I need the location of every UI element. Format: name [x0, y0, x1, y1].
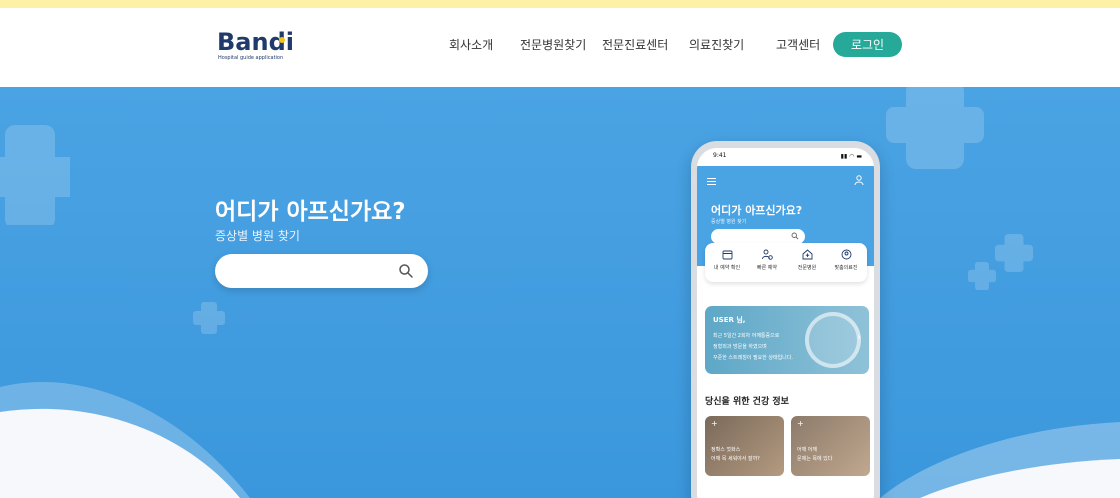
- logo-tagline: Hospital guide application: [218, 55, 284, 61]
- header: Bandi Hospital guide application 회사소개 전문…: [0, 8, 1120, 87]
- cross-decoration-icon: [193, 302, 225, 334]
- phone-section-title: 당신을 위한 건강 정보: [705, 397, 789, 407]
- search-icon[interactable]: [398, 263, 414, 279]
- calendar-icon: [722, 250, 732, 260]
- quick-item-reservation: 내 예약 확인: [707, 249, 747, 271]
- logo[interactable]: Bandi Hospital guide application: [217, 28, 297, 68]
- phone-mockup: 9:41 ▮▮ ◠ ▬ 어디가 아프신가요? 증상별 병원 찾기 내 예약 확인…: [691, 141, 880, 498]
- quick-label: 맞춤의료진: [834, 265, 858, 271]
- nav-item-find-doctor[interactable]: 의료진찾기: [689, 36, 744, 53]
- search-input[interactable]: [215, 254, 428, 288]
- user-icon: [854, 175, 864, 185]
- login-button[interactable]: 로그인: [833, 32, 902, 57]
- people-icon: [761, 249, 773, 260]
- phone-status-bar: 9:41 ▮▮ ◠ ▬: [697, 148, 874, 166]
- quick-label: 내 예약 확인: [713, 265, 741, 271]
- top-strip: [0, 0, 1120, 8]
- card-line: 어깨 목 세워야서 잘까?: [711, 456, 760, 462]
- hero-title: 어디가 아프신가요?: [215, 199, 406, 225]
- plus-icon: +: [797, 419, 804, 428]
- health-card: + 어깨 어깨 문제는 목에 있다: [791, 416, 870, 476]
- banner-line: 정형외과 방문을 하였으며: [713, 344, 767, 350]
- quick-label: 전문병원: [797, 265, 817, 271]
- doctor-icon: [841, 249, 851, 260]
- quick-item-fast-booking: 빠른 예약: [747, 249, 787, 271]
- nav-item-find-hospital[interactable]: 전문병원찾기: [520, 36, 586, 53]
- phone-health-banner: USER 님, 최근 5일간 2회차 어깨통증으로 정형외과 방문을 하였으며 …: [705, 306, 869, 374]
- cross-decoration-icon: [0, 125, 70, 225]
- banner-line: 꾸준한 스트레칭이 필요한 상태입니다.: [713, 355, 793, 361]
- banner-user: USER 님,: [713, 316, 746, 324]
- nav-item-care-center[interactable]: 전문진료센터: [602, 36, 668, 53]
- phone-screen: 9:41 ▮▮ ◠ ▬ 어디가 아프신가요? 증상별 병원 찾기 내 예약 확인…: [697, 148, 874, 498]
- health-card: + 정확스 젓화스 어깨 목 세워야서 잘까?: [705, 416, 784, 476]
- phone-quick-menu: 내 예약 확인 빠른 예약 전문병원 맞춤의료진: [705, 243, 867, 282]
- signal-battery-icon: ▮▮ ◠ ▬: [840, 153, 862, 160]
- search-icon: [791, 232, 799, 240]
- cross-decoration-icon: [968, 262, 996, 290]
- quick-item-doctor: 맞춤의료진: [826, 249, 866, 271]
- quick-label: 빠른 예약: [757, 265, 777, 271]
- phone-time: 9:41: [713, 152, 727, 159]
- hero-section: 어디가 아프신가요? 증상별 병원 찾기 9:41 ▮▮ ◠ ▬ 어디가 아프신…: [0, 87, 1120, 498]
- hero-subtitle: 증상별 병원 찾기: [215, 229, 300, 243]
- quick-item-specialist: 전문병원: [787, 249, 827, 271]
- logo-dot-icon: [279, 37, 285, 43]
- phone-search-input: [711, 229, 805, 244]
- nav-item-company[interactable]: 회사소개: [449, 36, 493, 53]
- card-line: 문제는 목에 있다: [797, 456, 833, 462]
- hospital-icon: [802, 249, 812, 260]
- phone-app-title: 어디가 아프신가요?: [711, 204, 803, 217]
- cross-decoration-icon: [995, 234, 1033, 272]
- banner-line: 최근 5일간 2회차 어깨통증으로: [713, 333, 780, 339]
- menu-icon: [707, 178, 716, 187]
- phone-app-subtitle: 증상별 병원 찾기: [711, 219, 747, 225]
- card-line: 정확스 젓화스: [711, 447, 741, 453]
- card-line: 어깨 어깨: [797, 447, 817, 453]
- wave-decoration: [0, 381, 1120, 498]
- plus-icon: +: [711, 419, 718, 428]
- magnifier-illustration: [805, 312, 861, 368]
- chevron-right-icon: ›: [857, 332, 861, 343]
- nav-item-support[interactable]: 고객센터: [776, 36, 820, 53]
- cross-decoration-icon: [886, 87, 984, 169]
